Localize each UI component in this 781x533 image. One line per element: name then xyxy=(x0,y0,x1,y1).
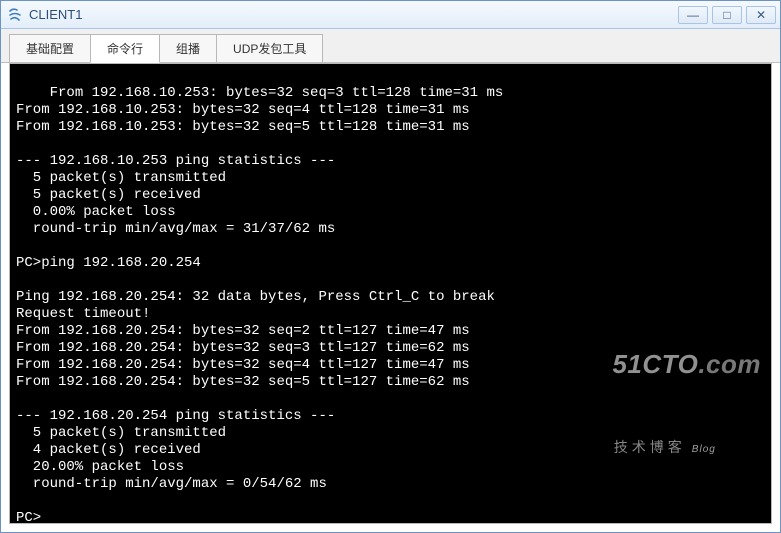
watermark-main-b: .com xyxy=(698,349,761,379)
tab-bar: 基础配置 命令行 组播 UDP发包工具 xyxy=(1,29,780,63)
titlebar: CLIENT1 — □ ✕ xyxy=(1,1,780,29)
maximize-button[interactable]: □ xyxy=(712,6,742,24)
tab-basic-config[interactable]: 基础配置 xyxy=(9,34,91,63)
tab-udp-tool[interactable]: UDP发包工具 xyxy=(216,34,323,63)
terminal-output[interactable]: From 192.168.10.253: bytes=32 seq=3 ttl=… xyxy=(9,63,772,524)
app-window: CLIENT1 — □ ✕ 基础配置 命令行 组播 UDP发包工具 From 1… xyxy=(0,0,781,533)
watermark-sub-small: Blog xyxy=(692,444,716,455)
watermark: 51CTO.com 技术博客 Blog xyxy=(551,305,761,509)
watermark-main-a: 51CTO xyxy=(612,349,698,379)
tab-multicast[interactable]: 组播 xyxy=(159,34,217,63)
close-button[interactable]: ✕ xyxy=(746,6,776,24)
minimize-button[interactable]: — xyxy=(678,6,708,24)
tab-cli[interactable]: 命令行 xyxy=(90,34,160,63)
watermark-sub: 技术博客 xyxy=(614,439,686,455)
window-title: CLIENT1 xyxy=(29,7,678,22)
app-icon xyxy=(7,7,23,23)
window-controls: — □ ✕ xyxy=(678,6,776,24)
